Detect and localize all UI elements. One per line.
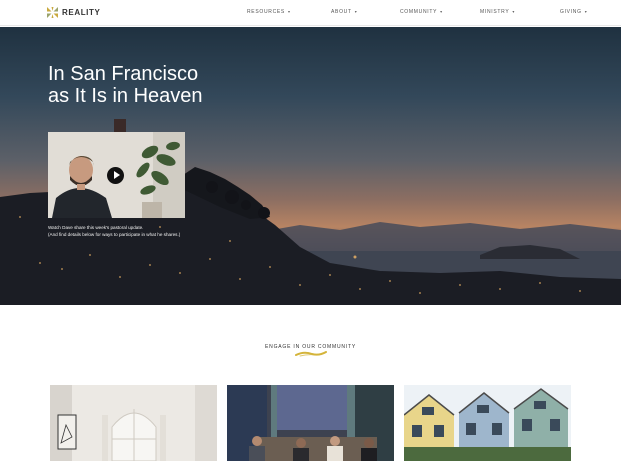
main-nav: RESOURCES ▾ ABOUT ▾ COMMUNITY ▾ MINISTRY ▾ G… <box>0 9 621 19</box>
group-gathering-image <box>227 385 394 461</box>
community-card-group[interactable] <box>227 385 394 461</box>
caption-line-1: Watch Dave share this week's pastoral up… <box>48 225 144 230</box>
hero-title-line-1: In San Francisco <box>48 63 199 85</box>
video-caption: Watch Dave share this week's pastoral up… <box>48 224 180 238</box>
hero-section: In San Francisco as It Is in Heaven Watc… <box>0 27 621 305</box>
chevron-down-icon: ▾ <box>512 9 516 14</box>
nav-item-ministry[interactable]: MINISTRY ▾ <box>480 9 515 15</box>
chevron-down-icon: ▾ <box>584 9 588 14</box>
play-icon[interactable] <box>107 167 124 184</box>
nav-item-resources[interactable]: RESOURCES ▾ <box>247 9 291 15</box>
nav-label: ABOUT <box>331 9 352 15</box>
gold-underline-icon <box>295 351 327 357</box>
community-card-houses[interactable] <box>404 385 571 461</box>
painted-ladies-houses-image <box>404 385 571 461</box>
nav-label: GIVING <box>560 9 582 15</box>
chevron-down-icon: ▾ <box>287 9 291 14</box>
hero-title: In San Francisco as It Is in Heaven <box>48 63 203 107</box>
nav-label: RESOURCES <box>247 9 285 15</box>
nav-item-about[interactable]: ABOUT ▾ <box>331 9 357 15</box>
nav-item-community[interactable]: COMMUNITY ▾ <box>400 9 443 15</box>
caption-line-2: (And find details below for ways to part… <box>48 232 181 237</box>
nav-label: MINISTRY <box>480 9 510 15</box>
nav-label: COMMUNITY <box>400 9 438 15</box>
site-header: REALITY RESOURCES ▾ ABOUT ▾ COMMUNITY ▾ MIN… <box>0 0 621 26</box>
pastoral-video[interactable] <box>48 132 185 218</box>
interior-room-image <box>50 385 217 461</box>
chevron-down-icon: ▾ <box>354 9 358 14</box>
hero-title-line-2: as It Is in Heaven <box>48 85 203 107</box>
nav-item-giving[interactable]: GIVING ▾ <box>560 9 587 15</box>
chevron-down-icon: ▾ <box>440 9 443 14</box>
community-card-interior[interactable] <box>50 385 217 461</box>
